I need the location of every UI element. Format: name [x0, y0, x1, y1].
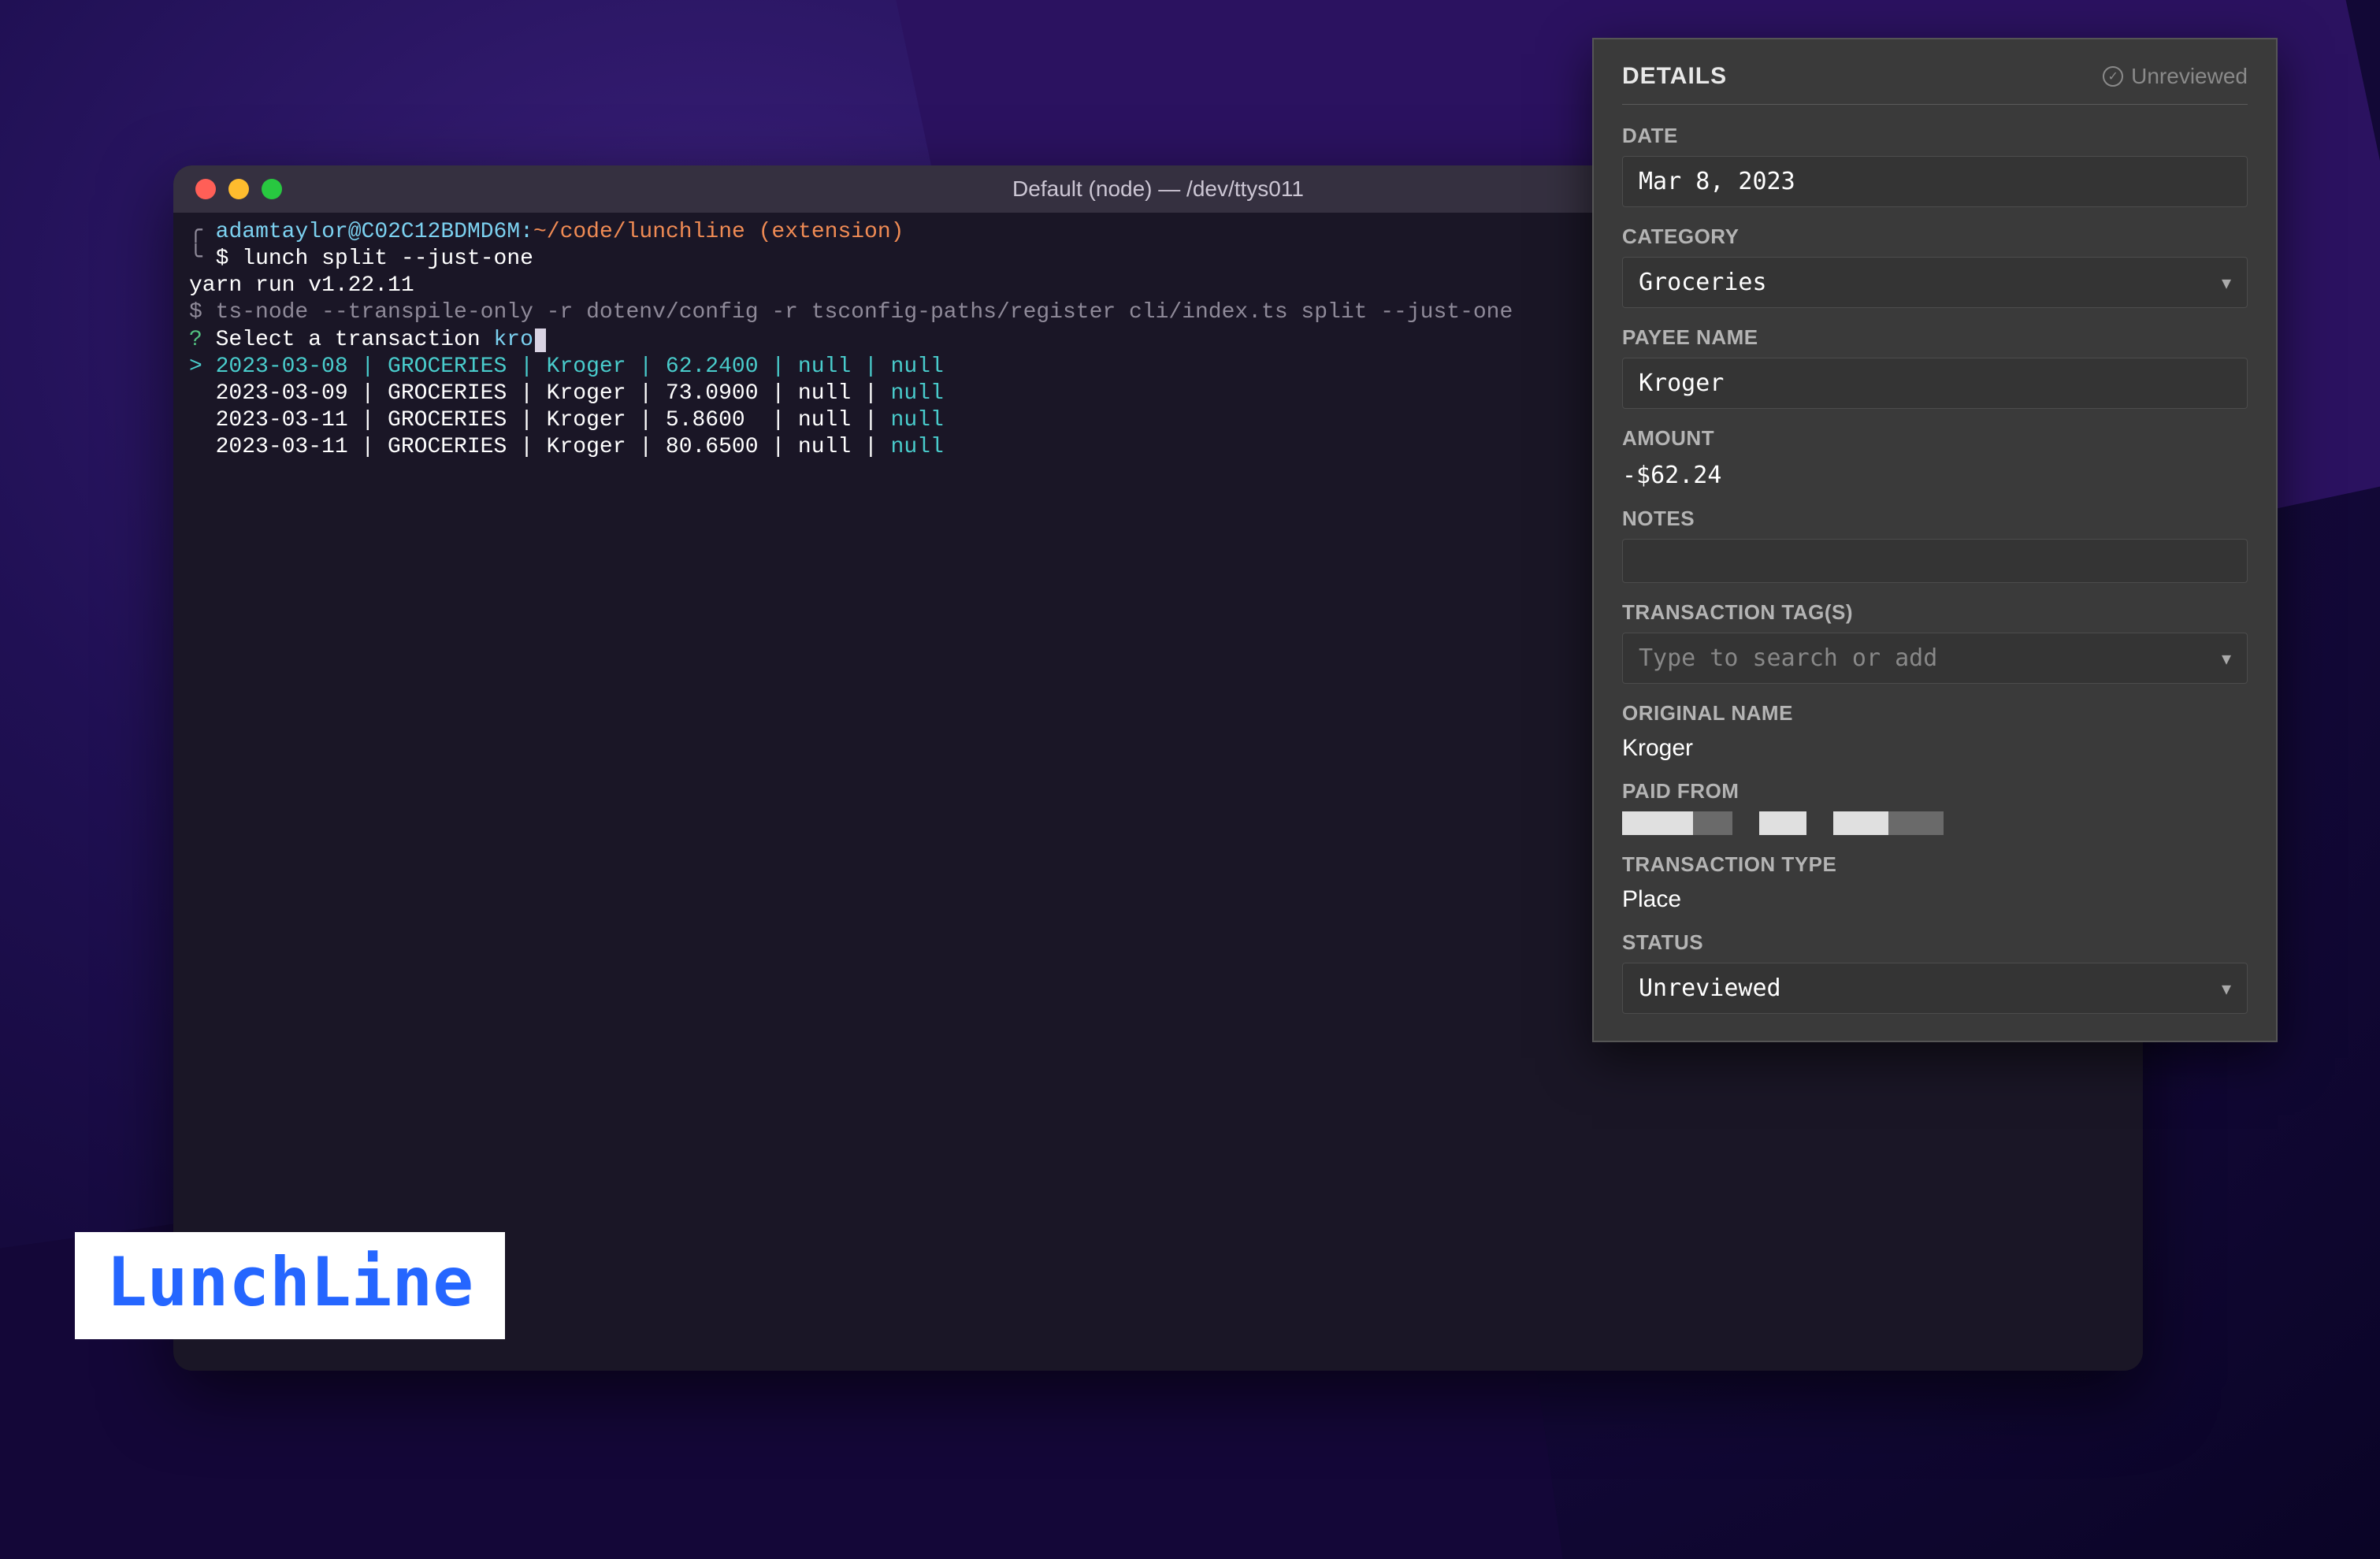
prompt-path: ~/code/lunchline: [533, 220, 745, 244]
cmd-lunch: $ lunch split --just-one: [216, 247, 533, 271]
original-label: ORIGINAL NAME: [1622, 701, 2248, 726]
tx-row[interactable]: 2023-03-11 | GROCERIES | Kroger | 5.8600…: [189, 408, 891, 432]
prompt-host: C02C12BDMD6M: [362, 220, 521, 244]
chevron-down-icon: ▼: [2222, 979, 2231, 998]
date-label: DATE: [1622, 124, 2248, 148]
status-select[interactable]: Unreviewed ▼: [1622, 963, 2248, 1014]
prompt-bracket: ╭: [189, 220, 216, 244]
tags-input[interactable]: Type to search or add ▼: [1622, 633, 2248, 684]
yarn-line: yarn run v1.22.11: [189, 273, 414, 298]
payee-label: PAYEE NAME: [1622, 325, 2248, 350]
category-select[interactable]: Groceries ▼: [1622, 257, 2248, 308]
field-status: STATUS Unreviewed ▼: [1622, 930, 2248, 1014]
details-panel: DETAILS ✓ Unreviewed DATE Mar 8, 2023 CA…: [1592, 38, 2278, 1042]
payee-input[interactable]: Kroger: [1622, 358, 2248, 409]
field-category: CATEGORY Groceries ▼: [1622, 225, 2248, 308]
notes-label: NOTES: [1622, 507, 2248, 531]
field-paidfrom: PAID FROM: [1622, 779, 2248, 835]
prompt-question-mark: ?: [189, 328, 202, 352]
details-title: DETAILS: [1622, 63, 1727, 90]
status-label: STATUS: [1622, 930, 2248, 955]
prompt-branch: (extension): [759, 220, 904, 244]
paidfrom-redacted: [1622, 811, 2248, 835]
date-value: Mar 8, 2023: [1639, 168, 1795, 195]
field-payee: PAYEE NAME Kroger: [1622, 325, 2248, 409]
paidfrom-label: PAID FROM: [1622, 779, 2248, 804]
tx-row[interactable]: > 2023-03-08 | GROCERIES | Kroger | 62.2…: [189, 354, 891, 379]
tx-row[interactable]: 2023-03-09 | GROCERIES | Kroger | 73.090…: [189, 381, 891, 406]
tx-row[interactable]: 2023-03-11 | GROCERIES | Kroger | 80.650…: [189, 435, 891, 459]
amount-label: AMOUNT: [1622, 426, 2248, 451]
chevron-down-icon: ▼: [2222, 649, 2231, 668]
chevron-down-icon: ▼: [2222, 273, 2231, 292]
status-badge-text: Unreviewed: [2131, 64, 2248, 89]
field-date: DATE Mar 8, 2023: [1622, 124, 2248, 207]
original-value: Kroger: [1622, 733, 2248, 762]
terminal-cursor: [535, 329, 546, 351]
logo-text: LunchLine: [106, 1243, 473, 1322]
typed-filter: kro: [493, 328, 533, 352]
field-txtype: TRANSACTION TYPE Place: [1622, 852, 2248, 913]
txtype-value: Place: [1622, 885, 2248, 913]
field-original: ORIGINAL NAME Kroger: [1622, 701, 2248, 762]
txtype-label: TRANSACTION TYPE: [1622, 852, 2248, 877]
field-notes: NOTES: [1622, 507, 2248, 583]
category-label: CATEGORY: [1622, 225, 2248, 249]
prompt-user: adamtaylor: [216, 220, 348, 244]
tags-label: TRANSACTION TAG(S): [1622, 600, 2248, 625]
tsnode-line: $ ts-node --transpile-only -r dotenv/con…: [189, 300, 1513, 325]
amount-value: -$62.24: [1622, 458, 2248, 489]
category-value: Groceries: [1639, 269, 1767, 296]
logo-card: LunchLine: [75, 1232, 505, 1339]
checkmark-icon: ✓: [2103, 66, 2123, 87]
tags-placeholder: Type to search or add: [1639, 644, 1937, 672]
notes-input[interactable]: [1622, 539, 2248, 583]
field-amount: AMOUNT -$62.24: [1622, 426, 2248, 489]
date-input[interactable]: Mar 8, 2023: [1622, 156, 2248, 207]
details-header: DETAILS ✓ Unreviewed: [1622, 63, 2248, 105]
payee-value: Kroger: [1639, 369, 1724, 397]
status-value: Unreviewed: [1639, 974, 1781, 1002]
status-badge: ✓ Unreviewed: [2103, 64, 2248, 89]
field-tags: TRANSACTION TAG(S) Type to search or add…: [1622, 600, 2248, 684]
